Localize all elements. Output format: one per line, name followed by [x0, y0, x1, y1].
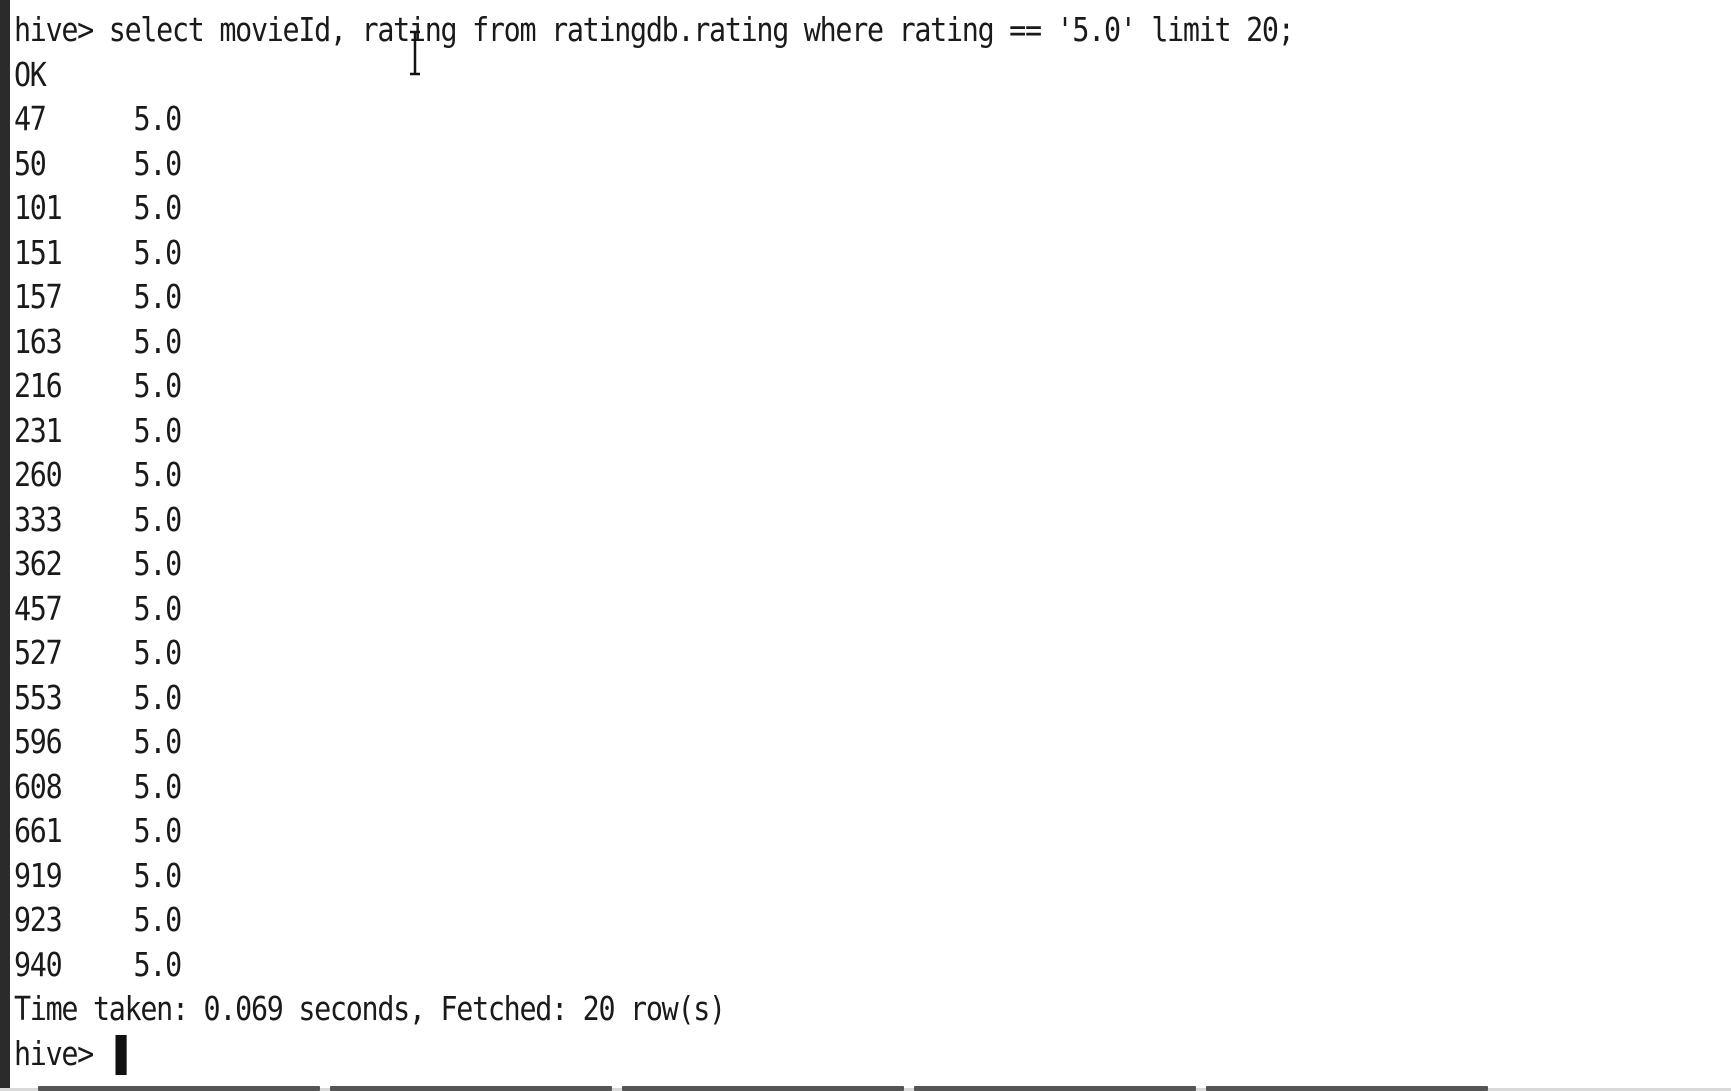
- rating-cell: 5.0: [133, 410, 183, 450]
- movie-id-cell: 163: [14, 321, 63, 361]
- movie-id-cell: 151: [14, 232, 63, 272]
- rating-cell: 5.0: [133, 544, 183, 583]
- movie-id-cell: 940: [14, 944, 63, 984]
- movie-id-cell: 608: [14, 766, 63, 806]
- result-row: 457 5.0: [14, 587, 1476, 632]
- command-line: hive> select movieId, rating from rating…: [14, 10, 1295, 49]
- movie-id-cell: 596: [14, 722, 63, 761]
- rating-cell: 5.0: [133, 766, 183, 806]
- result-row: 940 5.0: [14, 943, 1476, 988]
- movie-id-cell: 362: [14, 544, 63, 583]
- rating-cell: 5.0: [133, 188, 183, 227]
- result-row: 163 5.0: [14, 320, 1476, 365]
- movie-id-cell: 231: [14, 410, 63, 450]
- rating-cell: 5.0: [133, 811, 183, 850]
- result-row: 157 5.0: [14, 275, 1476, 320]
- result-row: 553 5.0: [14, 676, 1476, 721]
- taskbar-window-slot[interactable]: [38, 1086, 320, 1091]
- rating-cell: 5.0: [133, 722, 183, 761]
- result-row: 50 5.0: [14, 142, 1476, 187]
- result-rows: 47 5.0 50 5.0 101 5.0 151 5.0 157 5.0 163 5.0 …: [14, 97, 1714, 987]
- movie-id-cell: 333: [14, 499, 63, 539]
- movie-id-cell: 47: [14, 99, 47, 138]
- result-row: 608 5.0: [14, 765, 1476, 810]
- rating-cell: 5.0: [133, 277, 183, 316]
- rating-cell: 5.0: [133, 499, 183, 539]
- taskbar-window-slot[interactable]: [1206, 1086, 1488, 1091]
- movie-id-cell: 101: [14, 188, 63, 227]
- movie-id-cell: 260: [14, 455, 63, 494]
- result-row: 260 5.0: [14, 453, 1476, 498]
- result-row: 527 5.0: [14, 631, 1476, 676]
- taskbar-window-slot[interactable]: [914, 1086, 1196, 1091]
- taskbar-window-slot[interactable]: [622, 1086, 904, 1091]
- rating-cell: 5.0: [133, 588, 183, 628]
- rating-cell: 5.0: [133, 366, 183, 405]
- movie-id-cell: 919: [14, 855, 63, 895]
- rating-cell: 5.0: [133, 944, 183, 984]
- status-line: OK: [14, 54, 47, 94]
- terminal-output[interactable]: hive> select movieId, rating from rating…: [14, 8, 1714, 1075]
- result-row: 362 5.0: [14, 542, 1476, 587]
- taskbar-window-slot[interactable]: [330, 1086, 612, 1091]
- rating-cell: 5.0: [133, 677, 183, 717]
- result-row: 661 5.0: [14, 809, 1476, 854]
- movie-id-cell: 553: [14, 677, 63, 717]
- rating-cell: 5.0: [133, 633, 183, 672]
- movie-id-cell: 157: [14, 277, 63, 316]
- i-beam-cursor-icon: [410, 30, 420, 76]
- result-row: 151 5.0: [14, 231, 1476, 276]
- rating-cell: 5.0: [133, 143, 183, 183]
- rating-cell: 5.0: [133, 232, 183, 272]
- window-left-edge: [0, 0, 10, 1091]
- result-row: 923 5.0: [14, 898, 1476, 943]
- movie-id-cell: 661: [14, 811, 63, 850]
- prompt-line[interactable]: hive>: [14, 1032, 1476, 1077]
- result-row: 231 5.0: [14, 409, 1476, 454]
- prompt-text: hive>: [14, 1033, 109, 1073]
- result-row: 216 5.0: [14, 364, 1476, 409]
- movie-id-cell: 216: [14, 366, 63, 405]
- movie-id-cell: 923: [14, 900, 63, 939]
- summary-line: Time taken: 0.069 seconds, Fetched: 20 r…: [14, 989, 726, 1028]
- movie-id-cell: 50: [14, 143, 47, 183]
- result-row: 333 5.0: [14, 498, 1476, 543]
- rating-cell: 5.0: [133, 99, 183, 138]
- rating-cell: 5.0: [133, 900, 183, 939]
- result-row: 101 5.0: [14, 186, 1476, 231]
- result-row: 919 5.0: [14, 854, 1476, 899]
- movie-id-cell: 457: [14, 588, 63, 628]
- movie-id-cell: 527: [14, 633, 63, 672]
- rating-cell: 5.0: [133, 855, 183, 895]
- rating-cell: 5.0: [133, 321, 183, 361]
- result-row: 47 5.0: [14, 97, 1476, 142]
- result-row: 596 5.0: [14, 720, 1476, 765]
- block-cursor-icon: [115, 1035, 127, 1075]
- rating-cell: 5.0: [133, 455, 183, 494]
